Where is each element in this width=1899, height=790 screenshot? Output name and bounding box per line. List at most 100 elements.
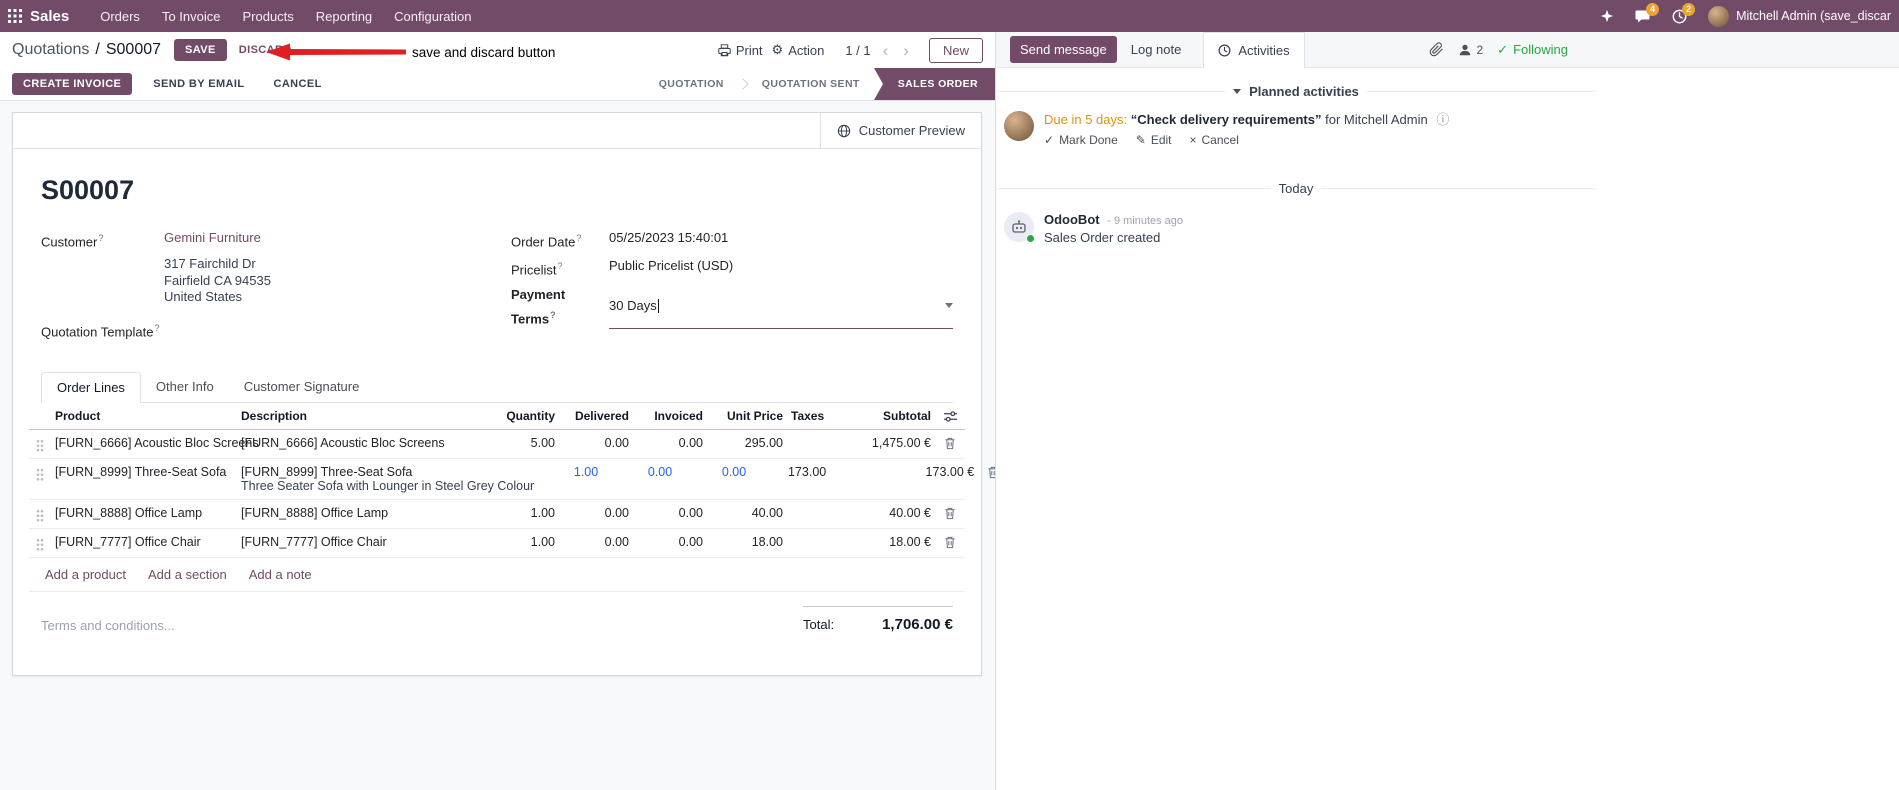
cell-quantity[interactable]: 1.00 [495, 500, 559, 528]
cell-product[interactable]: [FURN_8999] Three-Seat Sofa [51, 459, 237, 499]
cell-description[interactable]: [FURN_6666] Acoustic Bloc Screens [237, 430, 495, 458]
paperclip-icon [1430, 42, 1444, 57]
cell-unit-price[interactable]: 18.00 [707, 529, 787, 557]
notebook-tabs: Order Lines Other Info Customer Signatur… [41, 372, 953, 404]
menu-orders[interactable]: Orders [89, 0, 151, 32]
drag-handle-icon[interactable] [29, 529, 51, 557]
step-sales-order[interactable]: SALES ORDER [873, 68, 995, 100]
delete-line-icon[interactable] [978, 459, 995, 499]
create-invoice-button[interactable]: CREATE INVOICE [12, 73, 133, 95]
sparkle-icon[interactable] [1600, 9, 1614, 23]
cell-unit-price[interactable]: 40.00 [707, 500, 787, 528]
add-section-link[interactable]: Add a section [148, 567, 227, 582]
mark-done-button[interactable]: ✓ Mark Done [1044, 133, 1118, 147]
add-note-link[interactable]: Add a note [249, 567, 312, 582]
cell-quantity[interactable]: 5.00 [495, 430, 559, 458]
delete-line-icon[interactable] [935, 529, 965, 557]
menu-to-invoice[interactable]: To Invoice [151, 0, 232, 32]
activity-assignee: for Mitchell Admin [1325, 112, 1428, 127]
following-button[interactable]: ✓ Following [1497, 42, 1568, 58]
line-add-links: Add a product Add a section Add a note [29, 558, 965, 593]
drag-handle-icon[interactable] [29, 430, 51, 458]
order-sheet-card: Customer Preview S00007 Customer? Gemini… [12, 112, 995, 677]
messages-icon[interactable]: 4 [1635, 2, 1660, 24]
menu-configuration[interactable]: Configuration [383, 0, 482, 32]
followers-button[interactable]: 2 [1458, 43, 1483, 57]
breadcrumb-separator: / [95, 41, 100, 58]
cell-taxes[interactable] [787, 529, 839, 557]
cell-invoiced[interactable]: 0.00 [676, 459, 750, 499]
planned-activities-header[interactable]: Planned activities [996, 84, 1596, 99]
cell-taxes[interactable] [787, 500, 839, 528]
order-date-value[interactable]: 05/25/2023 15:40:01 [609, 228, 728, 252]
info-icon[interactable]: ⓘ [1436, 112, 1449, 127]
tab-order-lines[interactable]: Order Lines [41, 372, 141, 404]
user-menu[interactable]: Mitchell Admin (save_discar [1708, 5, 1891, 27]
cell-unit-price[interactable]: 173.00 [750, 459, 830, 499]
cell-taxes[interactable] [830, 459, 882, 499]
cell-product[interactable]: [FURN_8888] Office Lamp [51, 500, 237, 528]
attachments-icon[interactable] [1429, 42, 1444, 57]
total-value: 1,706.00 € [882, 616, 953, 634]
delete-line-icon[interactable] [935, 430, 965, 458]
check-icon: ✓ [1044, 133, 1055, 147]
cell-delivered[interactable]: 0.00 [559, 430, 633, 458]
cell-unit-price[interactable]: 295.00 [707, 430, 787, 458]
cell-description[interactable]: [FURN_8888] Office Lamp [237, 500, 495, 528]
drag-handle-icon[interactable] [29, 500, 51, 528]
order-date-label: Order Date? [511, 233, 582, 250]
action-button[interactable]: ⚙ Action [772, 42, 825, 58]
send-message-button[interactable]: Send message [1010, 36, 1117, 63]
log-note-button[interactable]: Log note [1131, 42, 1182, 57]
app-brand[interactable]: Sales [30, 8, 69, 25]
delete-line-icon[interactable] [935, 500, 965, 528]
send-by-email-button[interactable]: SEND BY EMAIL [145, 73, 252, 95]
tab-customer-signature[interactable]: Customer Signature [229, 372, 375, 402]
cell-delivered[interactable]: 0.00 [559, 500, 633, 528]
activities-tab[interactable]: Activities [1203, 32, 1305, 68]
cell-quantity[interactable]: 1.00 [495, 529, 559, 557]
cell-invoiced[interactable]: 0.00 [633, 430, 707, 458]
step-quotation[interactable]: QUOTATION [645, 68, 738, 100]
drag-handle-icon[interactable] [29, 459, 51, 499]
new-button[interactable]: New [928, 37, 983, 63]
robot-icon [1012, 220, 1026, 233]
menu-reporting[interactable]: Reporting [305, 0, 383, 32]
cell-quantity[interactable]: 1.00 [538, 459, 602, 499]
cell-description[interactable]: [FURN_7777] Office Chair [237, 529, 495, 557]
cancel-button[interactable]: CANCEL [265, 73, 329, 95]
pricelist-value[interactable]: Public Pricelist (USD) [609, 256, 733, 280]
discard-button[interactable]: DISCARD [231, 39, 300, 61]
menu-products[interactable]: Products [231, 0, 304, 32]
cell-invoiced[interactable]: 0.00 [633, 529, 707, 557]
cell-invoiced[interactable]: 0.00 [633, 500, 707, 528]
activities-clock-icon[interactable]: 2 [1672, 2, 1696, 24]
cancel-activity-button[interactable]: × Cancel [1190, 133, 1239, 147]
cell-delivered[interactable]: 0.00 [559, 529, 633, 557]
cell-taxes[interactable] [787, 430, 839, 458]
terms-placeholder[interactable]: Terms and conditions... [41, 606, 175, 633]
dropdown-caret-icon[interactable] [945, 303, 953, 309]
check-icon: ✓ [1497, 41, 1509, 57]
cell-product[interactable]: [FURN_7777] Office Chair [51, 529, 237, 557]
cell-product[interactable]: [FURN_6666] Acoustic Bloc Screens [51, 430, 259, 458]
save-button[interactable]: SAVE [174, 39, 227, 61]
step-quotation-sent[interactable]: QUOTATION SENT [748, 68, 874, 100]
edit-activity-button[interactable]: ✎ Edit [1136, 133, 1172, 147]
tab-other-info[interactable]: Other Info [141, 372, 229, 402]
breadcrumb-quotations[interactable]: Quotations [12, 41, 89, 59]
payment-terms-field[interactable]: 30 Days [609, 285, 953, 329]
cell-delivered[interactable]: 0.00 [602, 459, 676, 499]
print-button[interactable]: Print [718, 43, 763, 58]
apps-menu-icon[interactable] [0, 0, 30, 32]
cell-description[interactable]: [FURN_8999] Three-Seat Sofa Three Seater… [237, 459, 538, 499]
user-name: Mitchell Admin (save_discar [1736, 9, 1891, 23]
cross-icon: × [1189, 133, 1197, 147]
address-line: United States [164, 289, 243, 305]
optional-columns-icon[interactable] [935, 403, 965, 429]
add-product-link[interactable]: Add a product [45, 567, 126, 582]
customer-value-link[interactable]: Gemini Furniture [164, 228, 261, 252]
next-page-button[interactable]: › [900, 42, 912, 59]
customer-preview-button[interactable]: Customer Preview [819, 113, 981, 148]
prev-page-button[interactable]: ‹ [880, 42, 892, 59]
